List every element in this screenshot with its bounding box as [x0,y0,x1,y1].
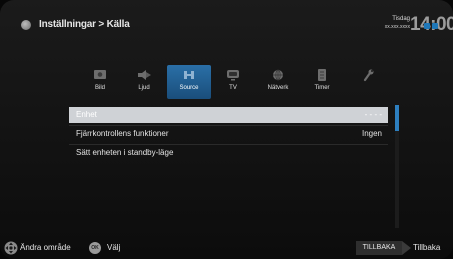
source-icon [184,71,194,79]
footer-hint-bar: Ändra område OK Välj TILLBAKA Tillbaka [0,238,453,259]
timer-icon [318,69,326,81]
select-hint: Välj [107,243,121,252]
menu-item-standby[interactable]: Sätt enheten i standby-läge [69,144,388,161]
settings-dot-icon [21,20,31,30]
breadcrumb-title: Inställningar > Källa [39,19,130,30]
picture-icon [94,70,106,79]
tab-tools[interactable] [346,65,390,99]
date-label: xx.xxx.xxxx [384,24,410,30]
menu-item-value: Ingen [361,129,382,138]
menu-item-label: Sätt enheten i standby-läge [76,148,174,157]
menu-item-label: Fjärrkontrollens funktioner [76,129,169,138]
network-icon [273,69,283,81]
tab-bild[interactable]: Bild [78,65,122,99]
tab-ljud[interactable]: Ljud [122,65,166,99]
tools-icon [363,69,374,82]
settings-tab-bar: Bild Ljud Source TV Nätverk Timer [78,65,382,101]
navigation-arrows-icon [4,241,18,255]
source-menu-list: Enhet - - - - Fjärrkontrollens funktione… [69,107,388,163]
menu-item-remote-functions[interactable]: Fjärrkontrollens funktioner Ingen [69,125,388,142]
menu-item-enhet[interactable]: Enhet - - - - [69,107,388,123]
tab-natverk[interactable]: Nätverk [256,65,300,99]
scrollbar-thumb[interactable] [395,105,399,131]
back-arrow-icon [402,241,411,255]
menu-item-value: - - - - [364,110,382,119]
back-hint: Tillbaka [413,243,441,252]
status-indicator [424,23,446,29]
tv-icon [227,70,239,81]
speaker-icon [138,70,151,80]
change-area-hint: Ändra område [20,243,71,252]
back-key-button[interactable]: TILLBAKA [356,241,402,255]
tab-tv[interactable]: TV [211,65,255,99]
tab-source[interactable]: Source [167,65,211,99]
day-label: Tisdag [392,16,410,22]
ok-button-icon: OK [89,242,101,254]
tab-timer[interactable]: Timer [300,65,344,99]
tv-screen: Inställningar > Källa Tisdag xx.xxx.xxxx… [0,0,453,259]
menu-item-label: Enhet [76,110,97,119]
